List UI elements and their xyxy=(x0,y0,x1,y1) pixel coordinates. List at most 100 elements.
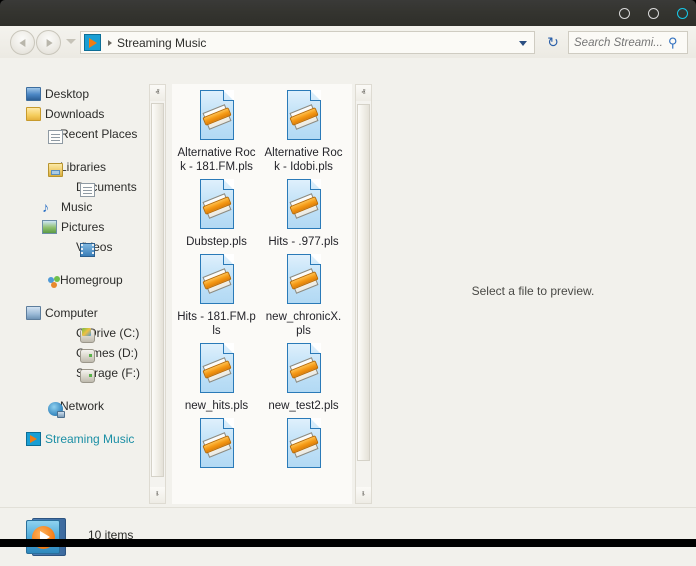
title-bar xyxy=(0,0,696,26)
playlist-file-icon xyxy=(194,252,240,308)
file-list-scrollbar[interactable]: ⱏ ⱛ xyxy=(355,84,372,504)
address-bar[interactable]: Streaming Music xyxy=(80,31,535,54)
recent-pages-chevron-down-icon[interactable] xyxy=(66,39,76,44)
playlist-file-icon xyxy=(281,88,327,144)
playlist-file-icon xyxy=(281,252,327,308)
sidebar-item-storage-f[interactable]: Storage (F:) xyxy=(4,363,147,383)
file-item[interactable]: new_chronicX.pls xyxy=(261,252,346,338)
forward-button[interactable] xyxy=(36,30,61,55)
network-icon xyxy=(48,402,65,418)
file-name-label: new_hits.pls xyxy=(184,400,249,412)
breadcrumb-path: Streaming Music xyxy=(117,35,207,50)
sidebar-item-pictures[interactable]: Pictures xyxy=(4,217,147,237)
maximize-button[interactable] xyxy=(648,7,659,19)
sidebar-item-libraries[interactable]: Libraries xyxy=(4,157,147,177)
playlist-file-icon xyxy=(194,416,240,472)
media-library-icon xyxy=(26,516,68,558)
libraries-folder-icon xyxy=(48,163,63,177)
media-play-icon xyxy=(26,432,41,446)
drive-icon xyxy=(80,369,95,383)
file-list-scroll-up-icon[interactable]: ⱏ xyxy=(356,85,371,101)
file-item[interactable] xyxy=(261,416,346,474)
homegroup-icon xyxy=(48,276,63,290)
address-dropdown-chevron-down-icon[interactable] xyxy=(519,41,527,46)
sidebar-item-downloads[interactable]: Downloads xyxy=(4,104,147,124)
computer-icon xyxy=(26,306,41,320)
document-icon xyxy=(80,183,95,197)
sidebar-item-streaming-music[interactable]: Streaming Music xyxy=(4,429,147,449)
sidebar-item-label: Streaming Music xyxy=(45,432,135,446)
sidebar-scrollbar[interactable]: ⱏ ⱛ xyxy=(149,84,166,504)
file-list-scroll-thumb[interactable] xyxy=(357,104,370,461)
sidebar-item-label: Downloads xyxy=(45,107,105,121)
file-item[interactable]: Alternative Rock - 181.FM.pls xyxy=(174,88,259,174)
file-item[interactable]: new_test2.pls xyxy=(261,341,346,413)
navigation-pane[interactable]: Desktop Downloads Recent Places Libraries Do… xyxy=(4,84,147,504)
recent-places-icon xyxy=(48,130,63,144)
sidebar-item-label: Music xyxy=(61,200,93,214)
window-body: Streaming Music ↻ ⚲ Desktop Downloads Rece… xyxy=(0,26,696,566)
explorer-window: Streaming Music ↻ ⚲ Desktop Downloads Rece… xyxy=(0,0,696,566)
sidebar-item-videos[interactable]: Videos xyxy=(4,237,147,257)
sidebar-item-label: Homegroup xyxy=(60,273,123,287)
sidebar-item-recent-places[interactable]: Recent Places xyxy=(4,124,147,144)
file-item[interactable]: Hits - 181.FM.pls xyxy=(174,252,259,338)
refresh-icon[interactable]: ↻ xyxy=(544,34,562,51)
media-play-icon xyxy=(84,34,101,51)
playlist-file-icon xyxy=(281,341,327,397)
sidebar-item-label: Network xyxy=(60,399,105,413)
file-name-label: Alternative Rock - Idobi.pls xyxy=(264,147,343,173)
picture-icon xyxy=(42,220,57,234)
sidebar-item-documents[interactable]: Documents xyxy=(4,177,147,197)
file-grid: Alternative Rock - 181.FM.pls Alternative… xyxy=(172,84,352,477)
downloads-folder-icon xyxy=(26,107,41,121)
sidebar-item-label: Desktop xyxy=(45,87,90,101)
navigation-bar: Streaming Music ↻ ⚲ xyxy=(0,26,696,58)
file-item[interactable]: new_hits.pls xyxy=(174,341,259,413)
file-name-label: new_test2.pls xyxy=(268,400,339,412)
sidebar-item-c-drive-c[interactable]: C Drive (C:) xyxy=(4,323,147,343)
sidebar-item-label: Recent Places xyxy=(60,127,138,141)
breadcrumb-separator-icon xyxy=(108,39,112,46)
sidebar-item-network[interactable]: Network xyxy=(4,396,147,418)
sidebar-item-label: Pictures xyxy=(61,220,105,234)
back-button[interactable] xyxy=(10,30,35,55)
search-icon[interactable]: ⚲ xyxy=(668,35,683,51)
playlist-file-icon xyxy=(281,177,327,233)
video-icon xyxy=(80,243,95,257)
sidebar-item-music[interactable]: ♪ Music xyxy=(4,197,147,217)
sidebar-scroll-up-icon[interactable]: ⱏ xyxy=(150,85,165,101)
sidebar-item-label: Libraries xyxy=(60,160,107,174)
playlist-file-icon xyxy=(281,416,327,472)
sidebar-item-desktop[interactable]: Desktop xyxy=(4,84,147,104)
sidebar-scroll-down-icon[interactable]: ⱛ xyxy=(150,487,165,503)
file-item[interactable] xyxy=(174,416,259,474)
file-item[interactable]: Dubstep.pls xyxy=(174,177,259,249)
file-list-scroll-down-icon[interactable]: ⱛ xyxy=(356,487,371,503)
sidebar-scroll-thumb[interactable] xyxy=(151,103,164,477)
file-item[interactable]: Hits - .977.pls xyxy=(261,177,346,249)
playlist-file-icon xyxy=(194,177,240,233)
minimize-button[interactable] xyxy=(619,7,630,19)
sidebar-item-label: Computer xyxy=(45,306,98,320)
system-drive-icon xyxy=(80,328,95,343)
search-box[interactable]: ⚲ xyxy=(568,31,688,54)
file-list-pane[interactable]: Alternative Rock - 181.FM.pls Alternative… xyxy=(172,84,352,504)
search-input[interactable] xyxy=(574,36,670,49)
file-name-label: Hits - .977.pls xyxy=(268,236,339,248)
sidebar-item-games-d[interactable]: Games (D:) xyxy=(4,343,147,363)
sidebar-item-homegroup[interactable]: Homegroup xyxy=(4,270,147,290)
sidebar-item-computer[interactable]: Computer xyxy=(4,303,147,323)
preview-placeholder-text: Select a file to preview. xyxy=(471,284,595,298)
playlist-file-icon xyxy=(194,341,240,397)
content-area: Desktop Downloads Recent Places Libraries Do… xyxy=(0,58,696,507)
back-arrow-icon xyxy=(18,38,25,47)
close-button[interactable] xyxy=(677,7,688,19)
file-item[interactable]: Alternative Rock - Idobi.pls xyxy=(261,88,346,174)
window-bottom-edge xyxy=(0,539,696,547)
